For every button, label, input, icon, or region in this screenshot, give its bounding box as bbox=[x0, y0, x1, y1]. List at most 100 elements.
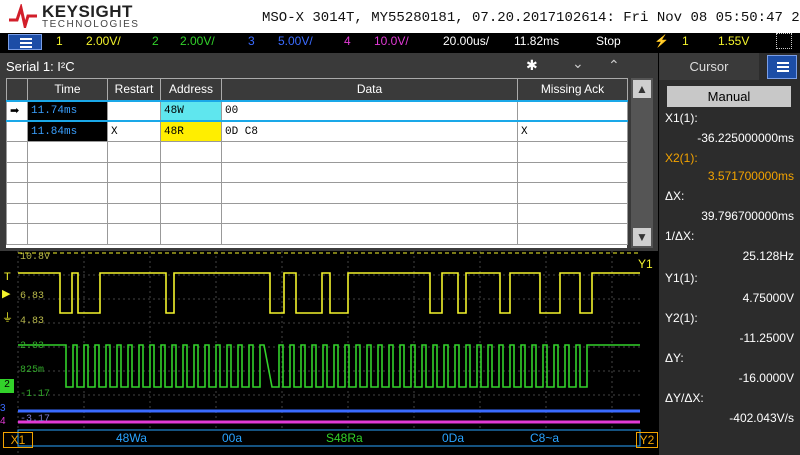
dy-label: ΔY: bbox=[665, 351, 684, 365]
decode-packet: 0Da bbox=[442, 431, 465, 445]
trigger-marker-icon[interactable]: T bbox=[4, 271, 11, 283]
col-missing-ack[interactable]: Missing Ack bbox=[517, 78, 628, 101]
cell-address: 48R bbox=[160, 120, 222, 142]
lister-table: Time Restart Address Data Missing Ack ➡ … bbox=[6, 78, 628, 248]
cursor-panel: Cursor Manual X1(1): -36.225000000ms X2(… bbox=[659, 53, 800, 455]
row-pointer-icon: ➡ bbox=[6, 99, 28, 122]
ch1-ref-top: 10.8V bbox=[20, 252, 51, 263]
cell-time: 11.74ms bbox=[27, 99, 108, 122]
trigger-edge-icon[interactable]: ⚡ bbox=[654, 34, 669, 48]
waveform-graticule bbox=[17, 251, 641, 455]
decode-packet: 48Wa bbox=[116, 431, 147, 445]
trigger-level[interactable]: 1.55V bbox=[718, 34, 749, 48]
col-data[interactable]: Data bbox=[221, 78, 518, 101]
ch2-ref-low: -1.17 bbox=[20, 389, 51, 400]
ch1-trace bbox=[18, 272, 640, 314]
collapse-down-icon[interactable]: ⌄ bbox=[572, 55, 584, 72]
col-restart[interactable]: Restart bbox=[107, 78, 161, 101]
cursor-menu-icon[interactable] bbox=[767, 55, 797, 79]
table-row bbox=[6, 202, 628, 224]
cell-address: 48W bbox=[160, 99, 222, 122]
ch3-scale[interactable]: 5.00V/ bbox=[278, 34, 313, 48]
cell-data: 00 bbox=[221, 99, 518, 122]
ch2-scale[interactable]: 2.00V/ bbox=[180, 34, 215, 48]
ch1-ref-low: 4.83 bbox=[20, 316, 45, 327]
cursor-mode-button[interactable]: Manual bbox=[667, 86, 791, 107]
cell-missing-ack: X bbox=[517, 120, 628, 142]
ch2-trace bbox=[18, 344, 640, 388]
ch1-ground-icon[interactable]: ⏚ bbox=[2, 309, 13, 325]
y1-value[interactable]: 4.75000V bbox=[743, 291, 794, 305]
ch1-marker-icon[interactable]: ▶ bbox=[2, 287, 10, 300]
ch4-marker-icon[interactable]: 4 bbox=[0, 416, 6, 427]
x1-cursor-marker[interactable]: X1 bbox=[3, 432, 33, 448]
waveform-display[interactable]: T ▶ ⏚ 2 3 4 10.8V 6.83 4.83 2.83 825m -1… bbox=[0, 251, 658, 455]
timebase-scale[interactable]: 20.00us/ bbox=[443, 34, 489, 48]
serial-decode-panel: Serial 1: I²C ✱ ⌄ ⌃ Time Restart Address… bbox=[0, 53, 658, 251]
ch4-scale[interactable]: 10.0V/ bbox=[374, 34, 409, 48]
brand-subtitle: TECHNOLOGIES bbox=[42, 19, 140, 30]
keysight-logo-icon bbox=[9, 4, 37, 28]
run-state[interactable]: Stop bbox=[596, 34, 621, 48]
y1-label: Y1(1): bbox=[665, 271, 698, 285]
table-row bbox=[6, 182, 628, 204]
cell-restart: X bbox=[107, 120, 161, 142]
row-pointer-cell bbox=[6, 120, 28, 142]
expand-up-icon[interactable]: ⌃ bbox=[608, 57, 620, 74]
dydx-label: ΔY/ΔX: bbox=[665, 391, 704, 405]
table-row bbox=[6, 141, 628, 163]
decode-packet: C8~a bbox=[530, 431, 560, 445]
col-time[interactable]: Time bbox=[27, 78, 108, 101]
table-row bbox=[6, 161, 628, 183]
main-menu-button[interactable] bbox=[8, 34, 42, 50]
inv-dx-label: 1/ΔX: bbox=[665, 229, 695, 243]
cell-missing-ack bbox=[517, 99, 628, 122]
ch3-ref: -3.17 bbox=[20, 414, 51, 425]
cell-restart bbox=[107, 99, 161, 122]
decode-packet: S48Ra bbox=[326, 431, 363, 445]
ch1-scale[interactable]: 2.00V/ bbox=[86, 34, 121, 48]
serial-panel-title: Serial 1: I²C bbox=[6, 59, 75, 74]
settings-gear-icon[interactable]: ✱ bbox=[526, 57, 538, 74]
y1-cursor-label[interactable]: Y1 bbox=[638, 257, 653, 271]
x1-value[interactable]: -36.225000000ms bbox=[697, 131, 794, 145]
cell-data: 0D C8 bbox=[221, 120, 518, 142]
instrument-info: MSO-X 3014T, MY55280181, 07.20.201710261… bbox=[262, 10, 800, 26]
table-scrollbar[interactable]: ▲ ▼ bbox=[631, 78, 653, 248]
dydx-value: -402.043V/s bbox=[729, 411, 794, 425]
ch2-marker-icon[interactable]: 2 bbox=[0, 379, 14, 393]
ch2-ref-mid: 825m bbox=[20, 365, 45, 376]
ch3-number[interactable]: 3 bbox=[248, 34, 255, 48]
scroll-down-icon[interactable]: ▼ bbox=[633, 228, 651, 246]
inv-dx-value: 25.128Hz bbox=[742, 249, 794, 263]
col-address[interactable]: Address bbox=[160, 78, 222, 101]
time-delay[interactable]: 11.82ms bbox=[514, 34, 559, 48]
decode-packet: 00a bbox=[222, 431, 243, 445]
cursor-tab[interactable]: Cursor bbox=[659, 53, 759, 80]
ch4-number[interactable]: 4 bbox=[344, 34, 351, 48]
x2-label: X2(1): bbox=[665, 151, 698, 165]
cell-time: 11.84ms bbox=[27, 120, 108, 142]
ch2-number[interactable]: 2 bbox=[152, 34, 159, 48]
ch2-ref-top: 2.83 bbox=[20, 341, 45, 352]
y2-label: Y2(1): bbox=[665, 311, 698, 325]
ch3-marker-icon[interactable]: 3 bbox=[0, 403, 6, 414]
dy-value: -16.0000V bbox=[738, 371, 794, 385]
table-row[interactable]: 11.84ms X 48R 0D C8 X bbox=[6, 120, 628, 142]
dx-label: ΔX: bbox=[665, 189, 685, 203]
ch1-ref-mid: 6.83 bbox=[20, 291, 45, 302]
scroll-up-icon[interactable]: ▲ bbox=[633, 80, 651, 98]
x1-label: X1(1): bbox=[665, 111, 698, 125]
fullscreen-icon[interactable] bbox=[776, 33, 792, 49]
dx-value: 39.796700000ms bbox=[701, 209, 794, 223]
table-row bbox=[6, 223, 628, 245]
ch1-number[interactable]: 1 bbox=[56, 34, 63, 48]
col-selector bbox=[6, 78, 28, 101]
table-row[interactable]: ➡ 11.74ms 48W 00 bbox=[6, 99, 628, 122]
y2-cursor-label[interactable]: Y2 bbox=[636, 432, 658, 448]
header-bar: KEYSIGHT TECHNOLOGIES MSO-X 3014T, MY552… bbox=[0, 0, 800, 33]
x2-value[interactable]: 3.571700000ms bbox=[708, 169, 794, 183]
trigger-channel[interactable]: 1 bbox=[682, 34, 689, 48]
y2-value[interactable]: -11.2500V bbox=[740, 331, 795, 345]
status-bar: 1 2.00V/ 2 2.00V/ 3 5.00V/ 4 10.0V/ 20.0… bbox=[0, 33, 800, 51]
